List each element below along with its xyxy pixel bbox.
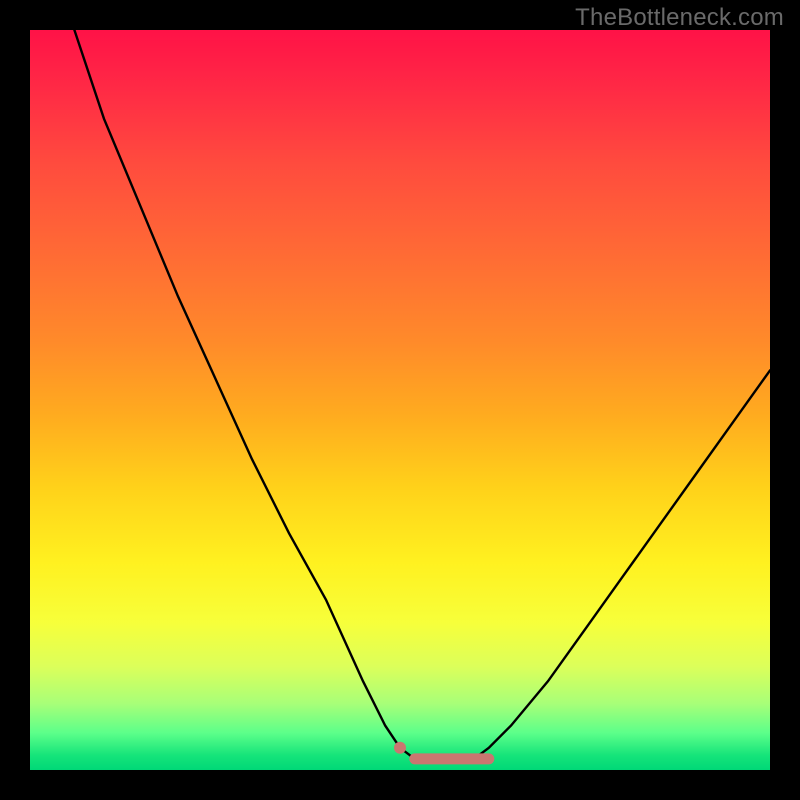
trough-marker — [394, 742, 406, 754]
chart-frame: TheBottleneck.com — [0, 0, 800, 800]
bottleneck-curve — [74, 30, 770, 763]
plot-area — [30, 30, 770, 770]
watermark-text: TheBottleneck.com — [575, 4, 784, 32]
curve-layer — [30, 30, 770, 770]
